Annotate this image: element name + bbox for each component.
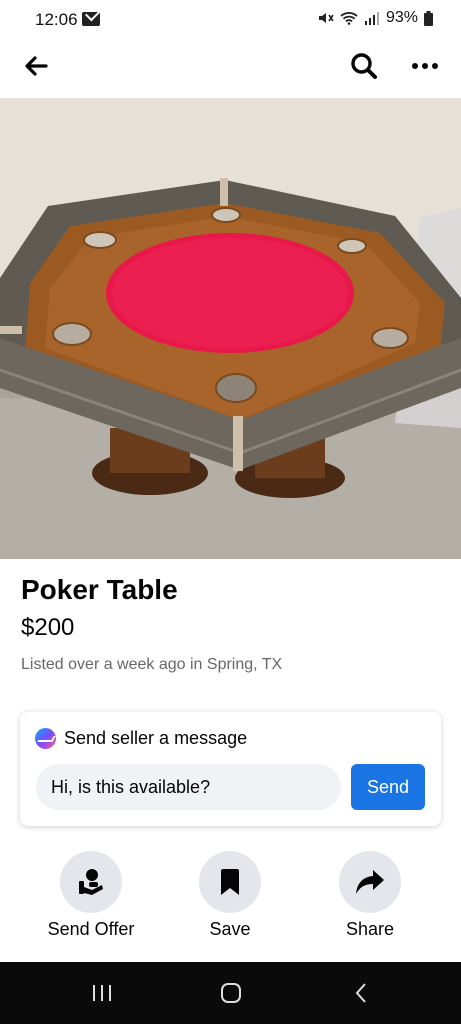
recent-apps-icon <box>93 985 111 1001</box>
battery-percent: 93% <box>385 9 418 26</box>
wifi-icon <box>340 12 358 25</box>
home-icon <box>221 983 241 1003</box>
listing-price: $200 <box>21 614 75 641</box>
search-icon <box>351 53 377 79</box>
more-button[interactable] <box>403 44 447 88</box>
signal-icon <box>364 12 379 25</box>
message-seller-card: Send seller a message Send <box>20 712 441 826</box>
more-horizontal-icon <box>412 63 438 69</box>
share-button[interactable]: Share <box>310 851 430 940</box>
system-nav-bar <box>0 962 461 1024</box>
back-chevron-icon <box>355 983 366 1003</box>
arrow-left-icon <box>25 56 48 76</box>
search-button[interactable] <box>342 44 386 88</box>
messenger-icon <box>35 728 56 749</box>
recent-apps-button[interactable] <box>87 980 117 1006</box>
message-header-label: Send seller a message <box>64 728 248 748</box>
save-label: Save <box>209 919 251 939</box>
save-button[interactable]: Save <box>170 851 290 940</box>
send-offer-circle <box>60 851 122 913</box>
back-button[interactable] <box>14 44 58 88</box>
share-label: Share <box>345 919 395 939</box>
listing-meta: Listed over a week ago in Spring, TX <box>21 656 283 673</box>
share-icon <box>356 870 384 894</box>
battery-icon <box>424 10 433 26</box>
poker-table-image <box>0 98 461 559</box>
save-circle <box>199 851 261 913</box>
send-offer-button[interactable]: Send Offer <box>31 851 151 940</box>
listing-title: Poker Table <box>21 574 178 605</box>
action-row: Send Offer Save Share <box>0 851 461 951</box>
home-button[interactable] <box>216 980 246 1006</box>
send-offer-label: Send Offer <box>47 919 135 939</box>
back-nav-button[interactable] <box>346 980 376 1006</box>
status-bar: 12:06 93% <box>0 0 461 40</box>
offer-icon <box>79 869 103 895</box>
mute-icon <box>318 13 334 23</box>
top-nav <box>0 40 461 98</box>
status-time: 12:06 <box>35 10 78 29</box>
bookmark-icon <box>221 869 239 895</box>
mail-icon <box>82 12 100 26</box>
message-header: Send seller a message <box>35 728 247 749</box>
send-button[interactable]: Send <box>351 764 425 810</box>
listing-photo[interactable] <box>0 98 461 559</box>
status-icons: 93% <box>318 9 433 27</box>
share-circle <box>339 851 401 913</box>
message-input[interactable] <box>36 764 341 810</box>
